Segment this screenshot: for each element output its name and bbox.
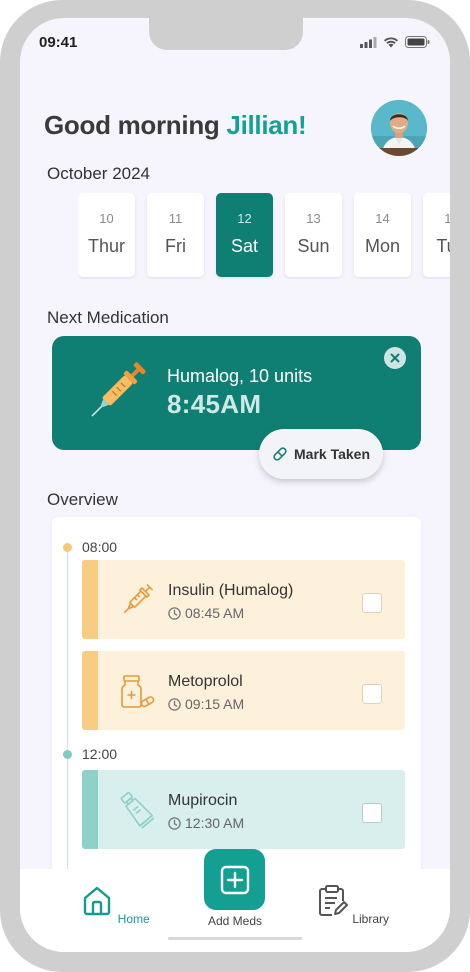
home-indicator <box>168 937 302 940</box>
medication-time: 09:15 AM <box>168 696 244 712</box>
phone-notch <box>149 18 303 50</box>
medication-card[interactable]: Metoprolol 09:15 AM <box>82 651 405 730</box>
day-chip[interactable]: 13 Sun <box>285 193 342 277</box>
day-name: Sat <box>230 236 259 256</box>
nav-home-label: Home <box>117 912 150 926</box>
day-chip[interactable]: 11 Fri <box>147 193 204 277</box>
signal-icon <box>360 36 377 48</box>
mark-taken-button[interactable]: Mark Taken <box>259 429 383 479</box>
timeline-dot-morning <box>63 543 72 552</box>
battery-icon <box>405 36 430 48</box>
day-number: 11 <box>168 211 183 226</box>
medication-card[interactable]: Insulin (Humalog) 08:45 AM <box>82 560 405 639</box>
day-name: Tue <box>436 236 450 256</box>
day-name: Fri <box>165 236 186 256</box>
day-selector: 10 Thur 11 Fri 12 Sat 13 Sun 14 Mon 15 T… <box>78 193 450 279</box>
pill-bottle-icon <box>121 675 155 708</box>
nav-library[interactable]: Library <box>307 883 397 926</box>
day-chip[interactable]: 15 Tue <box>423 193 450 277</box>
greeting-title: Good morning Jillian! <box>44 110 307 141</box>
mark-taken-label: Mark Taken <box>294 446 370 462</box>
status-icons <box>360 36 430 48</box>
clock-icon <box>168 697 181 711</box>
clock-icon <box>168 816 181 830</box>
greeting-text: Good morning <box>44 110 220 140</box>
day-name: Thur <box>87 236 125 256</box>
card-accent-bar <box>82 770 98 849</box>
close-icon <box>390 353 400 363</box>
overview-heading: Overview <box>47 490 118 509</box>
timeline-line <box>67 549 68 879</box>
next-medication-time: 8:45AM <box>167 389 262 419</box>
taken-checkbox[interactable] <box>362 684 382 704</box>
day-number: 10 <box>99 211 114 226</box>
timeline-dot-noon <box>63 750 72 759</box>
day-chip[interactable]: 10 Thur <box>78 193 135 277</box>
add-meds-button[interactable] <box>204 849 265 910</box>
nav-home[interactable]: Home <box>70 883 160 926</box>
medication-name: Insulin (Humalog) <box>168 582 294 599</box>
close-button[interactable] <box>384 347 406 369</box>
nav-library-label: Library <box>352 912 390 926</box>
medication-name: Mupirocin <box>168 792 238 809</box>
day-number: 15 <box>444 211 450 226</box>
day-name: Sun <box>297 236 330 256</box>
wifi-icon <box>384 36 398 47</box>
day-chip[interactable]: 14 Mon <box>354 193 411 277</box>
medication-time-text: 08:45 AM <box>185 605 245 621</box>
add-meds-label: Add Meds <box>207 914 263 928</box>
day-number: 13 <box>306 211 321 226</box>
taken-checkbox[interactable] <box>362 593 382 613</box>
medication-card[interactable]: Mupirocin 12:30 AM <box>82 770 405 849</box>
medication-time: 12:30 AM <box>168 815 244 831</box>
syringe-icon <box>91 362 146 417</box>
syringe-icon <box>123 583 154 614</box>
home-icon <box>84 886 111 916</box>
timeline-time: 08:00 <box>82 539 118 555</box>
clock-icon <box>168 606 181 620</box>
card-accent-bar <box>82 651 98 730</box>
day-number: 12 <box>237 211 252 226</box>
day-chip-selected[interactable]: 12 Sat <box>216 193 273 277</box>
user-name: Jillian! <box>226 110 307 140</box>
taken-checkbox[interactable] <box>362 803 382 823</box>
medication-time-text: 09:15 AM <box>185 696 245 712</box>
next-medication-heading: Next Medication <box>47 308 169 327</box>
day-name: Mon <box>364 236 400 256</box>
clipboard-edit-icon <box>318 885 348 916</box>
medication-time: 08:45 AM <box>168 605 244 621</box>
pill-icon <box>273 447 287 461</box>
avatar-portrait <box>371 100 427 156</box>
phone-frame: 09:41 Good morning Jillian! October 2024… <box>0 0 470 972</box>
ointment-tube-icon <box>120 791 155 829</box>
day-number: 14 <box>375 211 390 226</box>
status-time: 09:41 <box>39 34 78 51</box>
calendar-month: October 2024 <box>47 164 151 183</box>
avatar[interactable] <box>371 100 427 156</box>
medication-time-text: 12:30 AM <box>185 815 245 831</box>
app-screen: 09:41 Good morning Jillian! October 2024… <box>20 18 450 952</box>
card-accent-bar <box>82 560 98 639</box>
next-medication-name: Humalog, 10 units <box>167 366 313 386</box>
plus-square-icon <box>220 865 249 894</box>
medication-name: Metoprolol <box>168 673 243 690</box>
timeline-time: 12:00 <box>82 746 118 762</box>
